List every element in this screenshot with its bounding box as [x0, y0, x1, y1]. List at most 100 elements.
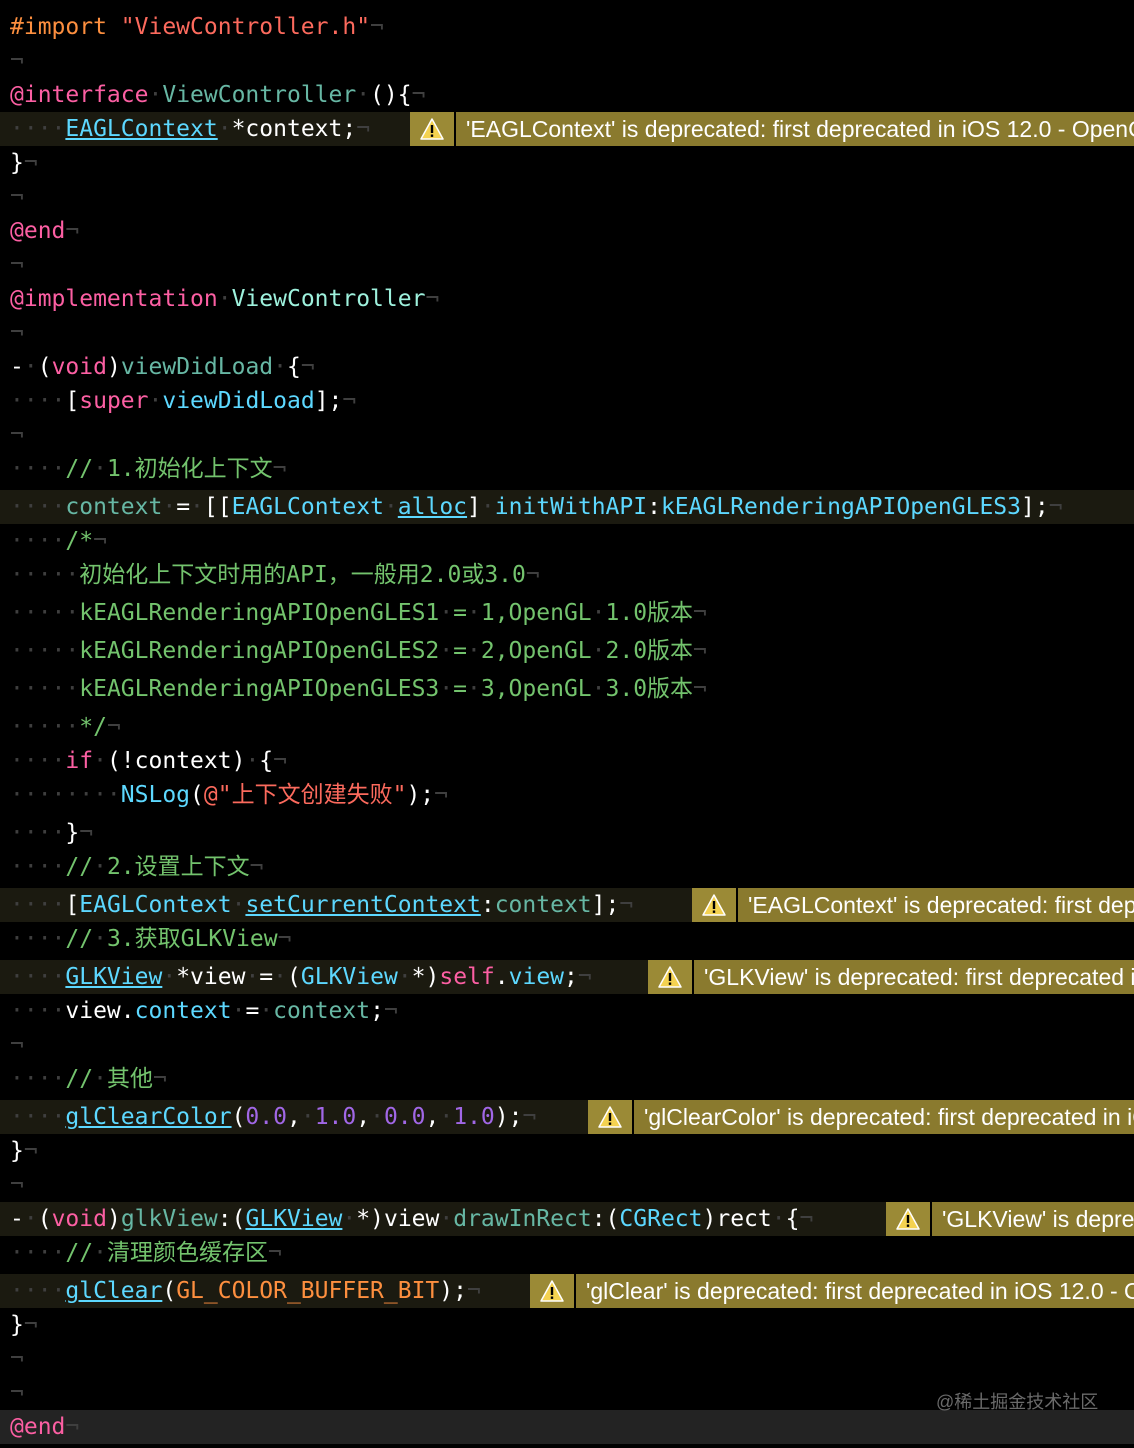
code-line[interactable]: ¬ — [0, 316, 1134, 350]
whitespace-marker: · — [93, 854, 107, 880]
deprecation-warning-banner[interactable]: 'EAGLContext' is deprecated: first depre… — [692, 888, 1134, 922]
code-line[interactable]: ····if·(!context)·{¬ — [0, 744, 1134, 778]
code-text: ·····初始化上下文时用的API，一般用2.0或3.0¬ — [10, 558, 540, 592]
whitespace-marker: ¬ — [79, 820, 94, 846]
code-token: } — [10, 150, 24, 176]
code-line[interactable]: ¬ — [0, 44, 1134, 78]
code-line[interactable]: ¬ — [0, 418, 1134, 452]
code-text: ·····kEAGLRenderingAPIOpenGLES3·=·3,Open… — [10, 672, 707, 706]
code-token: NSLog — [120, 782, 191, 808]
warning-icon-box[interactable] — [588, 1100, 634, 1134]
code-token: :( — [217, 1206, 246, 1232]
code-token: ); — [439, 1278, 467, 1304]
code-line[interactable]: ········NSLog(@"上下文创建失败");¬ — [0, 778, 1134, 812]
deprecation-warning-banner[interactable]: 'GLKView' is deprecated: first deprecate… — [886, 1202, 1134, 1236]
warning-icon-box[interactable] — [692, 888, 738, 922]
code-line[interactable]: }¬ — [0, 1134, 1134, 1168]
code-line[interactable]: ·····kEAGLRenderingAPIOpenGLES2·=·2,Open… — [0, 634, 1134, 668]
code-text: ····//·3.获取GLKView¬ — [10, 922, 291, 956]
code-token: : — [647, 494, 661, 520]
code-line[interactable]: }¬ — [0, 1308, 1134, 1342]
deprecation-warning-banner[interactable]: 'glClear' is deprecated: first deprecate… — [530, 1274, 1134, 1308]
code-token: (){ — [370, 82, 412, 108]
code-token: *) — [356, 1206, 384, 1232]
code-token: (!context) — [106, 748, 246, 774]
whitespace-marker: · — [439, 1206, 454, 1232]
code-text: -·(void)glkView:(GLKView·*)view·drawInRe… — [10, 1202, 813, 1236]
code-line[interactable]: ····//·3.获取GLKView¬ — [0, 922, 1134, 956]
code-token: // — [65, 926, 94, 952]
code-token: ) — [106, 1206, 121, 1232]
whitespace-marker: ···· — [10, 1104, 66, 1130]
deprecation-warning-banner[interactable]: 'GLKView' is deprecated: first deprecate… — [648, 960, 1134, 994]
code-line[interactable]: ¬ — [0, 1168, 1134, 1202]
code-line[interactable]: -·(void)viewDidLoad·{¬ — [0, 350, 1134, 384]
code-token: ) — [702, 1206, 717, 1232]
warning-icon-box[interactable] — [886, 1202, 932, 1236]
code-line[interactable]: ·····kEAGLRenderingAPIOpenGLES3·=·3,Open… — [0, 672, 1134, 706]
code-text: ¬ — [10, 1342, 24, 1376]
code-line[interactable]: ¬ — [0, 248, 1134, 282]
code-line[interactable]: @end¬ — [0, 1410, 1134, 1444]
whitespace-marker: ¬ — [10, 184, 24, 210]
code-line[interactable]: ····//·清理颜色缓存区¬ — [0, 1236, 1134, 1270]
code-line[interactable]: ¬ — [0, 1342, 1134, 1376]
whitespace-marker: ¬ — [10, 1346, 24, 1372]
deprecation-warning-banner[interactable]: 'glClearColor' is deprecated: first depr… — [588, 1100, 1134, 1134]
code-token: super — [79, 388, 149, 414]
whitespace-marker: ¬ — [525, 562, 540, 588]
code-line[interactable]: ····[super·viewDidLoad];¬ — [0, 384, 1134, 418]
code-token: context — [134, 998, 232, 1024]
code-line[interactable]: ····glClearColor(0.0,·1.0,·0.0,·1.0);¬'g… — [0, 1100, 1134, 1134]
code-token: @implementation — [10, 286, 218, 312]
code-line[interactable]: }¬ — [0, 146, 1134, 180]
code-line[interactable]: ····glClear(GL_COLOR_BUFFER_BIT);¬ 'glCle… — [0, 1274, 1134, 1308]
code-token: = — [176, 494, 191, 520]
whitespace-marker: ········ — [10, 782, 121, 808]
code-line[interactable]: ¬ — [0, 180, 1134, 214]
code-line[interactable]: ····[EAGLContext·setCurrentContext:conte… — [0, 888, 1134, 922]
warning-icon-box[interactable] — [648, 960, 694, 994]
whitespace-marker: ¬ — [249, 854, 264, 880]
code-text: ·····kEAGLRenderingAPIOpenGLES2·=·2,Open… — [10, 634, 707, 668]
code-line[interactable]: ····EAGLContext·*context;¬ 'EAGLContext' … — [0, 112, 1134, 146]
code-line[interactable]: ¬ — [0, 1028, 1134, 1062]
deprecation-warning-banner[interactable]: 'EAGLContext' is deprecated: first depre… — [410, 112, 1134, 146]
whitespace-marker: · — [245, 964, 260, 990]
code-line[interactable]: @interface·ViewController·(){¬ — [0, 78, 1134, 112]
code-token: 0.0 — [245, 1104, 287, 1130]
code-line[interactable]: -·(void)glkView:(GLKView·*)view·drawInRe… — [0, 1202, 1134, 1236]
code-line[interactable]: ·····*/¬ — [0, 710, 1134, 744]
whitespace-marker: · — [771, 1206, 786, 1232]
code-line[interactable]: ····//·1.初始化上下文¬ — [0, 452, 1134, 486]
code-line[interactable]: ····context·=·[[EAGLContext·alloc]·initW… — [0, 490, 1134, 524]
code-line[interactable]: ····//·其他¬ — [0, 1062, 1134, 1096]
code-line[interactable]: ····/*¬ — [0, 524, 1134, 558]
code-line[interactable]: ····}¬ — [0, 816, 1134, 850]
code-line[interactable]: @end¬ — [0, 214, 1134, 248]
code-line[interactable]: ·····kEAGLRenderingAPIOpenGLES1·=·1,Open… — [0, 596, 1134, 630]
code-line[interactable]: #import "ViewController.h"¬ — [0, 10, 1134, 44]
whitespace-marker: ¬ — [93, 528, 107, 554]
code-token: rect — [716, 1206, 772, 1232]
code-line[interactable]: ····view.context·=·context;¬ — [0, 994, 1134, 1028]
code-line[interactable]: ····//·2.设置上下文¬ — [0, 850, 1134, 884]
code-line[interactable]: ·····初始化上下文时用的API，一般用2.0或3.0¬ — [0, 558, 1134, 592]
code-token: // — [65, 1066, 94, 1092]
code-token: *context; — [231, 116, 357, 142]
code-token: view — [383, 1206, 440, 1232]
code-line[interactable]: ····GLKView·*view·=·(GLKView·*)self.view… — [0, 960, 1134, 994]
whitespace-marker: ····· — [10, 600, 80, 626]
code-line[interactable]: @implementation·ViewController¬ — [0, 282, 1134, 316]
whitespace-marker: · — [190, 494, 204, 520]
whitespace-marker: · — [273, 964, 288, 990]
warning-icon-box[interactable] — [530, 1274, 576, 1308]
warning-icon-box[interactable] — [410, 112, 456, 146]
whitespace-marker: ¬ — [273, 748, 288, 774]
code-text: -·(void)viewDidLoad·{¬ — [10, 350, 315, 384]
code-token: = — [453, 638, 467, 664]
code-token: 清理颜色缓存区 — [106, 1240, 268, 1266]
whitespace-marker: ¬ — [467, 1278, 481, 1304]
code-token: 0.0 — [383, 1104, 426, 1130]
code-token: */ — [79, 714, 107, 740]
